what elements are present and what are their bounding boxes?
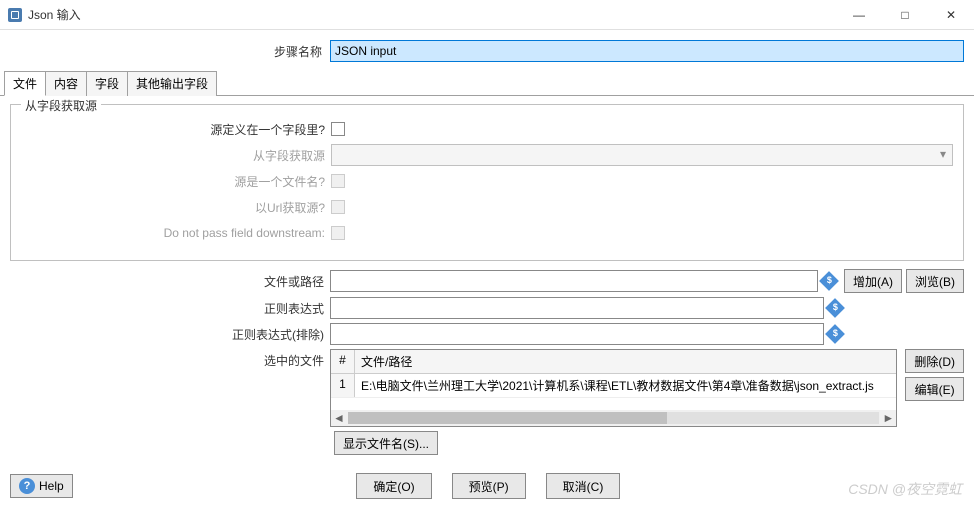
row-selected-files: 选中的文件 # 文件/路径 1 E:\电脑文件\兰州理工大学\2021\计算机系… (10, 349, 964, 427)
col-header-path: 文件/路径 (355, 350, 896, 373)
help-icon: ? (19, 478, 35, 494)
ok-button[interactable]: 确定(O) (356, 473, 431, 499)
scroll-thumb[interactable] (348, 412, 667, 424)
table-row[interactable]: 1 E:\电脑文件\兰州理工大学\2021\计算机系\课程\ETL\教材数据文件… (331, 374, 896, 398)
fieldset-title: 从字段获取源 (21, 97, 101, 114)
delete-button[interactable]: 删除(D) (905, 349, 964, 373)
browse-button[interactable]: 浏览(B) (906, 269, 964, 293)
checkbox-do-not-pass (331, 226, 345, 240)
variable-icon[interactable] (825, 298, 845, 318)
tab-fields[interactable]: 字段 (86, 71, 128, 96)
label-do-not-pass: Do not pass field downstream: (21, 226, 331, 240)
minimize-button[interactable]: — (836, 0, 882, 30)
variable-icon[interactable] (819, 271, 839, 291)
tab-strip: 文件 内容 字段 其他输出字段 (0, 70, 974, 96)
selected-files-grid[interactable]: # 文件/路径 1 E:\电脑文件\兰州理工大学\2021\计算机系\课程\ET… (330, 349, 897, 427)
preview-button[interactable]: 预览(P) (452, 473, 526, 499)
step-name-row: 步骤名称 (0, 30, 974, 70)
checkbox-get-from-url (331, 200, 345, 214)
scroll-track[interactable] (348, 412, 879, 424)
label-regex-exclude: 正则表达式(排除) (10, 326, 330, 343)
step-name-input[interactable] (330, 40, 964, 62)
checkbox-source-is-filename (331, 174, 345, 188)
edit-button[interactable]: 编辑(E) (905, 377, 964, 401)
label-get-from-url: 以Url获取源? (21, 199, 331, 216)
label-source-is-filename: 源是一个文件名? (21, 173, 331, 190)
grid-header: # 文件/路径 (331, 350, 896, 374)
bottom-bar: ? Help 确定(O) 预览(P) 取消(C) (0, 473, 974, 499)
combo-get-from-field[interactable] (331, 144, 953, 166)
scroll-left-icon[interactable]: ◄ (331, 411, 347, 425)
step-name-label: 步骤名称 (10, 43, 330, 60)
input-file-or-path[interactable] (330, 270, 818, 292)
show-filename-button[interactable]: 显示文件名(S)... (334, 431, 438, 455)
input-regex-exclude[interactable] (330, 323, 824, 345)
cell-file-path: E:\电脑文件\兰州理工大学\2021\计算机系\课程\ETL\教材数据文件\第… (355, 374, 896, 397)
cell-row-num: 1 (331, 374, 355, 397)
tab-content[interactable]: 内容 (45, 71, 87, 96)
row-regex: 正则表达式 (10, 297, 964, 319)
add-button[interactable]: 增加(A) (844, 269, 902, 293)
scroll-right-icon[interactable]: ► (880, 411, 896, 425)
maximize-button[interactable]: □ (882, 0, 928, 30)
tab-other-output[interactable]: 其他输出字段 (127, 71, 217, 96)
row-file-or-path: 文件或路径 增加(A) 浏览(B) (10, 269, 964, 293)
window-title: Json 输入 (28, 6, 836, 23)
help-label: Help (39, 479, 64, 493)
tab-file[interactable]: 文件 (4, 71, 46, 96)
close-button[interactable]: ✕ (928, 0, 974, 30)
checkbox-source-in-field[interactable] (331, 122, 345, 136)
titlebar: Json 输入 — □ ✕ (0, 0, 974, 30)
label-regex: 正则表达式 (10, 300, 330, 317)
col-header-num: # (331, 350, 355, 373)
label-file-or-path: 文件或路径 (10, 273, 330, 290)
app-icon (8, 8, 22, 22)
cancel-button[interactable]: 取消(C) (546, 473, 621, 499)
input-regex[interactable] (330, 297, 824, 319)
label-selected-files: 选中的文件 (10, 349, 330, 427)
window-controls: — □ ✕ (836, 0, 974, 30)
variable-icon[interactable] (825, 324, 845, 344)
horizontal-scrollbar[interactable]: ◄ ► (331, 410, 896, 426)
help-button[interactable]: ? Help (10, 474, 73, 498)
tab-panel-file: 从字段获取源 源定义在一个字段里? 从字段获取源 源是一个文件名? 以Url获取… (0, 96, 974, 455)
row-regex-exclude: 正则表达式(排除) (10, 323, 964, 345)
label-source-in-field: 源定义在一个字段里? (21, 121, 331, 138)
fieldset-source-from-field: 从字段获取源 源定义在一个字段里? 从字段获取源 源是一个文件名? 以Url获取… (10, 104, 964, 261)
label-get-from-field: 从字段获取源 (21, 147, 331, 164)
